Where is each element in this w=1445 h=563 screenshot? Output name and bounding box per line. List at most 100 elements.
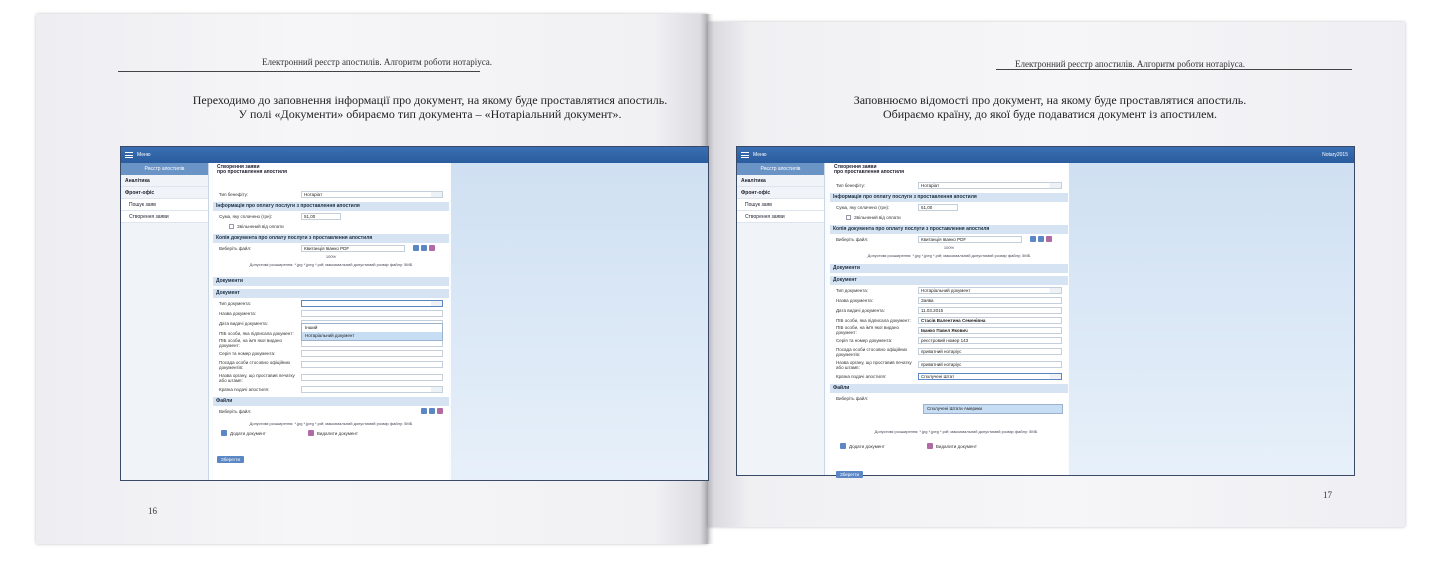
payment-section: Інформація про оплату послуги з проставл… bbox=[213, 202, 449, 211]
files-upload-icon[interactable] bbox=[421, 408, 427, 414]
sidebar-item-create-right[interactable]: Створення заяви bbox=[737, 211, 824, 223]
upload-icon[interactable] bbox=[413, 245, 419, 251]
user-label[interactable]: Notary2015 bbox=[1322, 152, 1348, 158]
page-number-right: 17 bbox=[1323, 490, 1332, 500]
dropdown-option-notarial[interactable]: Нотаріальний документ bbox=[302, 332, 442, 340]
sidebar-item-search[interactable]: Пошук заяв bbox=[121, 199, 208, 211]
doc-type-row: Тип документа: bbox=[213, 298, 449, 308]
type-select-right[interactable]: Нотаріат bbox=[918, 181, 1062, 189]
position-input[interactable] bbox=[301, 361, 443, 368]
right-files-note: Допустимі розширення: *.jpg *.jpeg *.pdf… bbox=[874, 429, 1038, 434]
sidebar-item-search-right[interactable]: Пошук заяв bbox=[737, 199, 824, 211]
hamburger-menu-icon[interactable] bbox=[125, 152, 133, 158]
sidebar-item-analytics[interactable]: Аналітика bbox=[121, 175, 208, 187]
exempt-checkbox-right[interactable] bbox=[846, 214, 851, 220]
series-row-right: Серія та номер документа: реєстровий ном… bbox=[830, 335, 1068, 345]
caption-left: Переходимо до заповнення інформації про … bbox=[160, 93, 700, 121]
view-icon[interactable] bbox=[421, 245, 427, 251]
menu-label[interactable]: Меню bbox=[137, 152, 151, 158]
header-rule-right bbox=[996, 69, 1352, 70]
authority-input[interactable] bbox=[301, 374, 443, 381]
exempt-checkbox[interactable] bbox=[229, 223, 234, 229]
series-row: Серія та номер документа: bbox=[213, 348, 449, 358]
position-label-right: Посада особи стосовно офіційних документ… bbox=[836, 346, 908, 357]
country-select[interactable] bbox=[301, 385, 443, 393]
delete-icon-right[interactable] bbox=[1046, 236, 1052, 242]
right-add-document-icon[interactable] bbox=[840, 443, 846, 449]
progress-text-right: 100% bbox=[943, 245, 955, 250]
amount-input[interactable]: 51,00 bbox=[301, 212, 341, 220]
sidebar-item-front-office-right[interactable]: Фронт-офіс bbox=[737, 187, 824, 199]
doc-actions-row: Додати документ Видалити документ bbox=[213, 428, 449, 438]
files-section-right: Файли bbox=[830, 384, 1068, 393]
type-row: Тип бенефіту: Нотаріат bbox=[213, 189, 449, 199]
type-select[interactable]: Нотаріат bbox=[301, 190, 443, 198]
delete-icon[interactable] bbox=[429, 245, 435, 251]
position-input-right[interactable]: приватний нотаріус bbox=[918, 348, 1062, 355]
authority-row-right: Назва органу, що проставив печатку або ш… bbox=[830, 358, 1068, 371]
sidebar-header: Реєстр апостилів bbox=[121, 163, 208, 175]
amount-input-right[interactable]: 51,00 bbox=[918, 203, 958, 211]
signer-label-right: ПІБ особи, яка підписала документ: bbox=[836, 317, 911, 323]
country-select-right[interactable]: Сполучені Штат bbox=[918, 372, 1062, 380]
running-head-right: Електронний реєстр апостилів. Алгоритм р… bbox=[1015, 59, 1246, 69]
screenshot-left: Меню Реєстр апостилів Аналітика Фронт-оф… bbox=[120, 146, 709, 481]
doc-type-row-right: Тип документа: Нотаріальний документ bbox=[830, 285, 1068, 295]
sidebar-header-right: Реєстр апостилів bbox=[737, 163, 824, 175]
right-save-button[interactable]: Зберегти bbox=[836, 471, 863, 478]
add-document-label[interactable]: Додати документ bbox=[230, 431, 266, 436]
files-choose-row: Виберіть файл: bbox=[213, 406, 449, 416]
allowed-note: Допустимі розширення: *.jpg *.jpeg *.pdf… bbox=[249, 262, 413, 267]
amount-row: Сума, яку сплачено (грн): 51,00 bbox=[213, 211, 449, 221]
right-remove-document-icon[interactable] bbox=[926, 443, 933, 449]
issuer-label: ПІБ особи, на ім'я якої видано документ: bbox=[219, 338, 282, 348]
hamburger-menu-icon-right[interactable] bbox=[741, 152, 749, 158]
form-tabs-right: Створення заяви про проставлення апостил… bbox=[830, 163, 1068, 177]
caption-right: Заповнюємо відомості про документ, на як… bbox=[780, 93, 1320, 121]
sidebar-item-create[interactable]: Створення заяви bbox=[121, 211, 208, 223]
sidebar-item-front-office[interactable]: Фронт-офіс bbox=[121, 187, 208, 199]
view-icon-right[interactable] bbox=[1038, 236, 1044, 242]
doc-date-input-right[interactable]: 11.03.2015 bbox=[918, 306, 1062, 314]
series-input-right[interactable]: реєстровий номер 143 bbox=[918, 336, 1062, 344]
doc-name-input[interactable] bbox=[301, 309, 443, 317]
series-label: Серія та номер документа: bbox=[219, 350, 276, 356]
doc-type-select[interactable] bbox=[301, 299, 443, 307]
documents-section-right: Документи bbox=[830, 264, 1068, 273]
file-input[interactable]: Квитанція Іванко PDF bbox=[301, 244, 405, 252]
signer-label: ПІБ особи, яка підписала документ: bbox=[219, 330, 294, 336]
save-button[interactable]: Зберегти bbox=[217, 456, 244, 463]
country-row: Країна подачі апостиля: bbox=[213, 384, 449, 394]
signer-row-right: ПІБ особи, яка підписала документ: Стасі… bbox=[830, 315, 1068, 325]
remove-document-label[interactable]: Видалити документ bbox=[317, 431, 358, 436]
running-head-left: Електронний реєстр апостилів. Алгоритм р… bbox=[262, 57, 493, 67]
doc-name-input-right[interactable]: Заява bbox=[918, 296, 1062, 304]
country-label-right: Країна подачі апостиля: bbox=[836, 373, 887, 379]
country-option-usa[interactable]: Сполучені Штати Америки bbox=[924, 405, 1062, 413]
remove-document-icon[interactable] bbox=[307, 430, 314, 436]
menu-label-right[interactable]: Меню bbox=[753, 152, 767, 158]
progress-text: 100% bbox=[325, 254, 337, 259]
series-input[interactable] bbox=[301, 349, 443, 357]
right-remove-document-label[interactable]: Видалити документ bbox=[936, 444, 977, 449]
authority-input-right[interactable]: приватний нотаріус bbox=[918, 361, 1062, 368]
upload-icon-right[interactable] bbox=[1030, 236, 1036, 242]
files-view-icon[interactable] bbox=[429, 408, 435, 414]
doc-type-label-right: Тип документа: bbox=[836, 287, 868, 293]
doc-name-row: Назва документа: bbox=[213, 308, 449, 318]
authority-label: Назва органу, що проставив печатку або ш… bbox=[219, 372, 295, 383]
caption-right-line2: Обираємо країну, до якої буде подаватися… bbox=[882, 107, 1218, 121]
sidebar-item-analytics-right[interactable]: Аналітика bbox=[737, 175, 824, 187]
signer-input-right[interactable]: Стасів Валентина Семенівна bbox=[918, 316, 1062, 324]
doc-date-row-right: Дата видачі документа: 11.03.2015 bbox=[830, 305, 1068, 315]
amount-label-right: Сума, яку сплачено (грн): bbox=[836, 204, 890, 210]
doc-type-select-right[interactable]: Нотаріальний документ bbox=[918, 286, 1062, 294]
right-add-document-label[interactable]: Додати документ bbox=[849, 444, 885, 449]
files-delete-icon[interactable] bbox=[437, 408, 443, 414]
copy-section-right: Копія документа про оплату послуги з про… bbox=[830, 225, 1068, 234]
file-input-right[interactable]: Квитанція Іванко PDF bbox=[918, 235, 1022, 243]
dropdown-option-other[interactable]: Інший bbox=[302, 324, 442, 332]
position-row: Посада особи стосовно офіційних документ… bbox=[213, 358, 449, 371]
issuer-input-right[interactable]: Іванко Павел Якович bbox=[918, 326, 1062, 334]
add-document-icon[interactable] bbox=[221, 430, 227, 436]
